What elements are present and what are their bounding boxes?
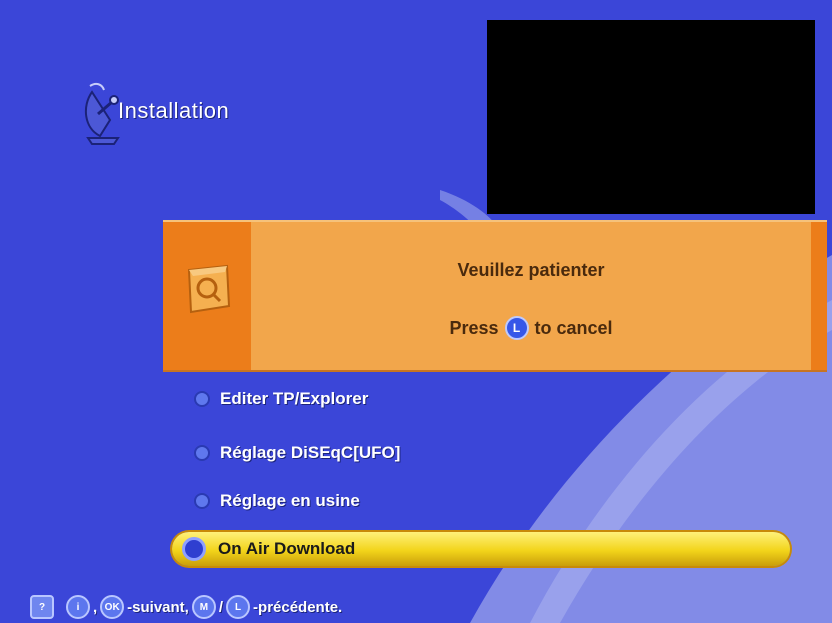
- magnifier-icon: [187, 264, 231, 314]
- dialog-message: Veuillez patienter: [457, 260, 605, 280]
- menu-item-label: Réglage DiSEqC[UFO]: [220, 443, 401, 462]
- bullet-icon: [194, 391, 210, 407]
- menu-item-on-air-download[interactable]: On Air Download: [172, 532, 790, 566]
- cancel-key-icon[interactable]: L: [504, 316, 529, 340]
- back-key-icon[interactable]: L: [226, 595, 251, 619]
- wait-dialog: Veuillez patienter Press L to cancel: [163, 220, 827, 372]
- cancel-hint: Press L to cancel: [251, 316, 811, 340]
- cancel-suffix: to cancel: [534, 317, 613, 338]
- menu-key-icon[interactable]: M: [191, 595, 216, 619]
- key-hint-bar: ? i , OK -suivant, M / L -précédente.: [30, 594, 342, 620]
- next-hint: -suivant,: [127, 598, 189, 616]
- separator: /: [218, 598, 224, 616]
- dialog-side-panel: [163, 222, 251, 370]
- dialog-edge: [811, 222, 827, 370]
- prev-hint: -précédente.: [253, 598, 343, 616]
- video-preview: [487, 20, 815, 214]
- menu-item-diseqc[interactable]: Réglage DiSEqC[UFO]: [172, 436, 790, 470]
- menu-item-label: Réglage en usine: [220, 491, 360, 510]
- menu-item-label: Editer TP/Explorer: [220, 389, 369, 408]
- ok-key-icon[interactable]: OK: [100, 595, 125, 619]
- help-key-icon[interactable]: ?: [30, 595, 54, 619]
- page-title: Installation: [118, 98, 230, 123]
- info-key-icon[interactable]: i: [66, 595, 90, 619]
- bullet-icon: [194, 493, 210, 509]
- menu-item-editer-tp[interactable]: Editer TP/Explorer: [172, 382, 790, 416]
- bullet-icon: [194, 445, 210, 461]
- menu-item-factory-reset[interactable]: Réglage en usine: [172, 484, 790, 518]
- cancel-prefix: Press: [449, 317, 499, 338]
- separator: ,: [93, 598, 98, 616]
- tv-screen: Installation Veuillez patienter Press L …: [0, 0, 832, 623]
- bullet-icon: [182, 537, 206, 561]
- menu-item-label: On Air Download: [218, 539, 356, 558]
